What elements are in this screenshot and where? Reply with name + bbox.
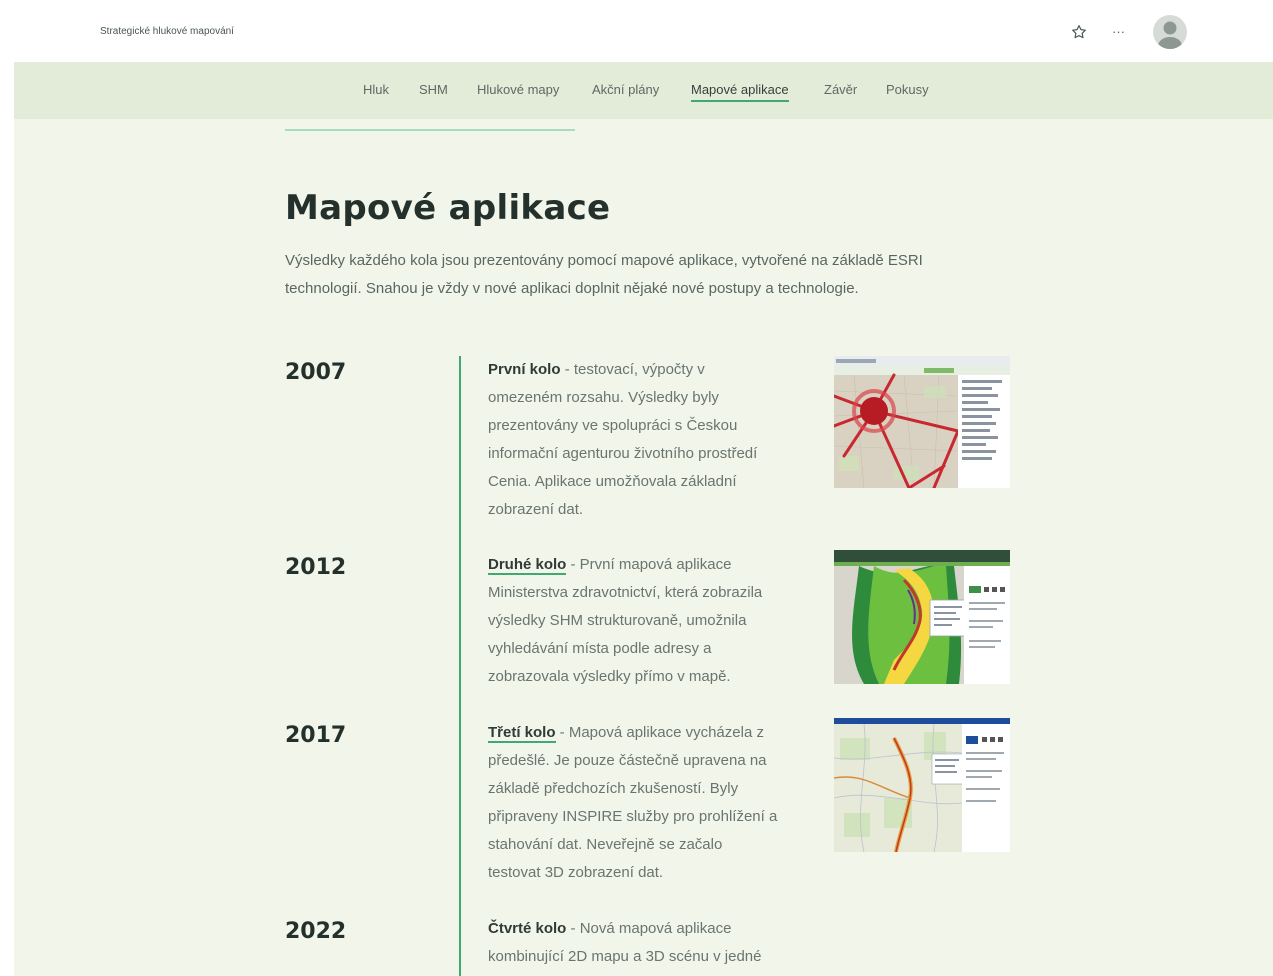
nav-item-shm[interactable]: SHM (419, 82, 448, 97)
entry-lead[interactable]: Třetí kolo (488, 724, 556, 743)
timeline-entry: Druhé kolo - První mapová aplikace Minis… (488, 551, 806, 691)
page-title: Mapové aplikace (285, 188, 611, 228)
nav-item-zaver[interactable]: Závěr (824, 82, 857, 97)
entry-line: Ministerstva zdravotnictví, která zobraz… (488, 584, 763, 601)
entry-line: kombinující 2D mapu a 3D scénu v jedné (488, 948, 762, 965)
nav-item-hluk[interactable]: Hluk (363, 82, 389, 97)
timeline-year: 2007 (285, 360, 347, 385)
entry-line: - testovací, výpočty v (560, 361, 705, 378)
entry-line: výsledky SHM strukturovaně, umožnila (488, 612, 747, 629)
entry-line: prezentovány ve spolupráci s Českou (488, 417, 738, 434)
entry-line: základě předchozích zkušeností. Byly (488, 780, 739, 797)
timeline-entry: Třetí kolo - Mapová aplikace vycházela z… (488, 719, 806, 887)
timeline-entry: Čtvrté kolo - Nová mapová aplikace kombi… (488, 915, 806, 971)
entry-line: - Nová mapová aplikace (566, 920, 732, 937)
intro-text: Výsledky každého kola jsou prezentovány … (285, 247, 1005, 303)
entry-line: stahování dat. Neveřejně se začalo (488, 836, 723, 853)
entry-line: informační agenturou životního prostředí (488, 445, 758, 462)
section-divider (285, 129, 575, 131)
nav-item-pokusy[interactable]: Pokusy (886, 82, 929, 97)
map-screenshot-2012[interactable] (834, 550, 1010, 684)
entry-line: - Mapová aplikace vycházela z (555, 724, 764, 741)
intro-line: Výsledky každého kola jsou prezentovány … (285, 252, 923, 269)
star-icon[interactable] (1070, 23, 1088, 41)
entry-line: připraveny INSPIRE služby pro prohlížení… (488, 808, 778, 825)
entry-line: Cenia. Aplikace umožňovala základní (488, 473, 737, 490)
header: Strategické hlukové mapování ··· (14, 0, 1273, 63)
entry-line: zobrazovala výsledky přímo v mapě. (488, 668, 731, 685)
avatar[interactable] (1153, 15, 1187, 49)
entry-line: - První mapová aplikace (566, 556, 732, 573)
timeline-year: 2012 (285, 555, 347, 580)
entry-line: omezeném rozsahu. Výsledky byly (488, 389, 719, 406)
nav-item-mapove-aplikace[interactable]: Mapové aplikace (691, 82, 789, 102)
intro-line: technologií. Snahou je vždy v nové aplik… (285, 280, 859, 297)
entry-lead[interactable]: Druhé kolo (488, 556, 567, 575)
entry-line: předešlé. Je pouze částečně upravena na (488, 752, 767, 769)
entry-lead: Čtvrté kolo (488, 920, 567, 937)
ellipsis-icon[interactable]: ··· (1112, 24, 1125, 39)
timeline-year: 2022 (285, 919, 347, 944)
entry-line: testovat 3D zobrazení dat. (488, 864, 664, 881)
nav-item-akcni-plany[interactable]: Akční plány (592, 82, 659, 97)
entry-line: zobrazení dat. (488, 501, 584, 518)
timeline-line (459, 356, 461, 976)
entry-line: vyhledávání místa podle adresy a (488, 640, 712, 657)
timeline-year: 2017 (285, 723, 347, 748)
main-navigation: Hluk SHM Hlukové mapy Akční plány Mapové… (14, 62, 1273, 119)
timeline-entry: První kolo - testovací, výpočty v omezen… (488, 356, 806, 524)
map-screenshot-2017[interactable] (834, 718, 1010, 852)
entry-lead: První kolo (488, 361, 561, 378)
nav-item-hlukove-mapy[interactable]: Hlukové mapy (477, 82, 559, 97)
map-screenshot-2007[interactable] (834, 356, 1010, 488)
site-title[interactable]: Strategické hlukové mapování (100, 26, 234, 37)
